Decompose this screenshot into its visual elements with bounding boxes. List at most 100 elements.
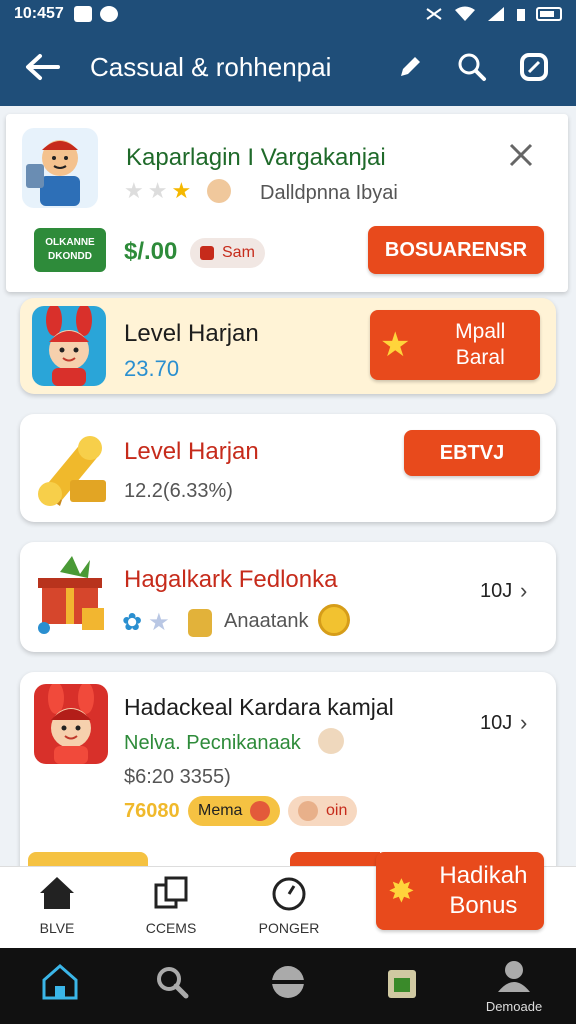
sim-icon bbox=[517, 9, 525, 21]
nav-profile-label: Demoade bbox=[485, 999, 543, 1014]
app-bar: Cassual & rohhenpai bbox=[0, 28, 576, 106]
offer-subtitle: Nelva. Pecnikanaak bbox=[124, 732, 301, 754]
face-icon bbox=[207, 179, 232, 203]
gift-count: 10J bbox=[480, 580, 513, 602]
circle-icon bbox=[272, 966, 304, 998]
back-arrow-icon bbox=[26, 54, 60, 80]
star-icon: ★ bbox=[147, 178, 168, 203]
nav-shop[interactable] bbox=[362, 962, 442, 1007]
brand-badge-line2: DKONDD bbox=[48, 251, 92, 262]
ebtvj-button[interactable]: EBTVJ bbox=[404, 430, 540, 476]
gift-box-image bbox=[30, 552, 114, 642]
rating-text: Dalldpnna Ibyai bbox=[260, 182, 398, 204]
share-button[interactable] bbox=[512, 45, 556, 89]
level-title: Level Harjan bbox=[124, 438, 259, 465]
feed-list: Kaparlagin I Vargakanjai ★ ★ ★ Dalldpnna… bbox=[0, 106, 576, 866]
search-button[interactable] bbox=[450, 45, 494, 89]
featured-card[interactable]: Kaparlagin I Vargakanjai ★ ★ ★ Dalldpnna… bbox=[6, 114, 568, 292]
bunny-avatar-image bbox=[34, 684, 108, 764]
mema-pill[interactable]: Mema bbox=[188, 796, 281, 826]
featured-action-button[interactable]: BOSUARENSR bbox=[368, 226, 544, 274]
link-icon bbox=[520, 53, 548, 81]
coin-stack-icon bbox=[187, 608, 212, 637]
search-icon bbox=[458, 53, 486, 81]
offer-title: Hadackeal Kardara kamjal bbox=[124, 694, 394, 720]
nav-home[interactable] bbox=[20, 962, 100, 1007]
bonus-button[interactable]: ✸ Hadikah Bonus bbox=[376, 852, 544, 930]
level-card[interactable]: Level Harjan 12.2(6.33%) EBTVJ bbox=[20, 414, 556, 522]
mpall-button[interactable]: ★ Mpall Baral bbox=[370, 310, 540, 380]
face-icon bbox=[318, 728, 344, 754]
offer-price: $6:20 3355) bbox=[124, 766, 231, 788]
gift-title: Hagalkark Fedlonka bbox=[124, 566, 338, 593]
status-time: 10:457 bbox=[14, 5, 64, 22]
coin-icon bbox=[318, 604, 350, 636]
featured-price: $/.00 bbox=[124, 238, 178, 265]
tab-games[interactable]: CCEMS bbox=[116, 875, 226, 936]
gear-icon: ✿ bbox=[122, 609, 143, 636]
offer-card[interactable]: Hadackeal Kardara kamjal Nelva. Pecnikan… bbox=[20, 672, 556, 866]
tab-home-label: BLVE bbox=[39, 920, 75, 936]
tag-pill: Sam bbox=[190, 238, 265, 268]
mpall-button-line1: Mpall bbox=[455, 320, 506, 343]
close-icon bbox=[509, 143, 533, 167]
status-bar: 10:457 bbox=[0, 0, 576, 28]
notification-icon bbox=[73, 6, 92, 22]
app-notification-icon bbox=[99, 6, 118, 22]
cards-icon bbox=[154, 876, 188, 909]
star-icon: ★ bbox=[171, 178, 192, 203]
back-button[interactable] bbox=[20, 45, 64, 89]
offer-count: 10J bbox=[480, 712, 513, 734]
level-value: 23.70 bbox=[124, 356, 180, 381]
brand-badge: OLKANNE DKONDD bbox=[34, 228, 106, 272]
mpall-button-line2: Baral bbox=[455, 346, 505, 369]
gold-bars-image bbox=[30, 424, 110, 508]
profile-icon bbox=[498, 961, 530, 992]
home-icon bbox=[42, 964, 78, 1000]
status-notification-icons bbox=[73, 6, 118, 22]
level-value: 12.2(6.33%) bbox=[124, 480, 233, 502]
tab-power[interactable]: PONGER bbox=[234, 875, 344, 936]
star-icon: ★ bbox=[380, 326, 411, 364]
partial-yellow-button[interactable] bbox=[28, 852, 148, 866]
gift-card[interactable]: Hagalkark Fedlonka ✿ ★ Anaatank 10J › bbox=[20, 542, 556, 652]
mema-pill-label: Mema bbox=[198, 802, 243, 819]
tag-label: Sam bbox=[222, 244, 255, 261]
nav-search[interactable] bbox=[132, 962, 212, 1007]
oin-pill[interactable]: oin bbox=[288, 796, 358, 826]
star-icon: ★ bbox=[148, 609, 170, 636]
promo-code: 76080 bbox=[124, 800, 180, 822]
nav-center[interactable] bbox=[248, 962, 328, 1007]
level-card[interactable]: Level Harjan 23.70 ★ Mpall Baral bbox=[20, 298, 556, 394]
close-button[interactable] bbox=[506, 140, 536, 175]
brand-badge-line1: OLKANNE bbox=[45, 237, 95, 248]
mechanic-avatar-image bbox=[22, 128, 98, 208]
wifi-icon bbox=[455, 6, 475, 21]
gift-meta: Anaatank bbox=[224, 610, 309, 632]
tag-icon bbox=[200, 246, 214, 260]
nav-profile[interactable]: Demoade bbox=[474, 958, 554, 1014]
pencil-icon bbox=[401, 57, 420, 76]
timer-icon bbox=[272, 877, 306, 911]
bunny-avatar-image bbox=[32, 306, 106, 386]
featured-title: Kaparlagin I Vargakanjai bbox=[126, 144, 386, 171]
oin-pill-label: oin bbox=[326, 802, 348, 819]
bag-icon bbox=[388, 970, 416, 998]
search-icon bbox=[157, 967, 189, 999]
edit-button[interactable] bbox=[388, 45, 432, 89]
face-icon bbox=[250, 801, 271, 821]
battery-icon bbox=[536, 7, 562, 21]
level-title: Level Harjan bbox=[124, 320, 259, 347]
bonus-line1: Hadikah bbox=[439, 862, 528, 889]
tab-home[interactable]: BLVE bbox=[2, 875, 112, 936]
partial-red-button[interactable] bbox=[290, 852, 380, 866]
navigation-bar: Demoade bbox=[0, 948, 576, 1024]
vibrate-icon bbox=[426, 8, 442, 20]
chevron-right-icon[interactable]: › bbox=[520, 710, 527, 736]
gift-meta-icons: ✿ ★ bbox=[122, 608, 212, 637]
signal-icon bbox=[488, 7, 504, 21]
chevron-right-icon[interactable]: › bbox=[520, 578, 527, 604]
home-icon bbox=[40, 877, 74, 909]
star-rating: ★ ★ ★ bbox=[124, 178, 232, 204]
tab-games-label: CCEMS bbox=[145, 920, 197, 936]
